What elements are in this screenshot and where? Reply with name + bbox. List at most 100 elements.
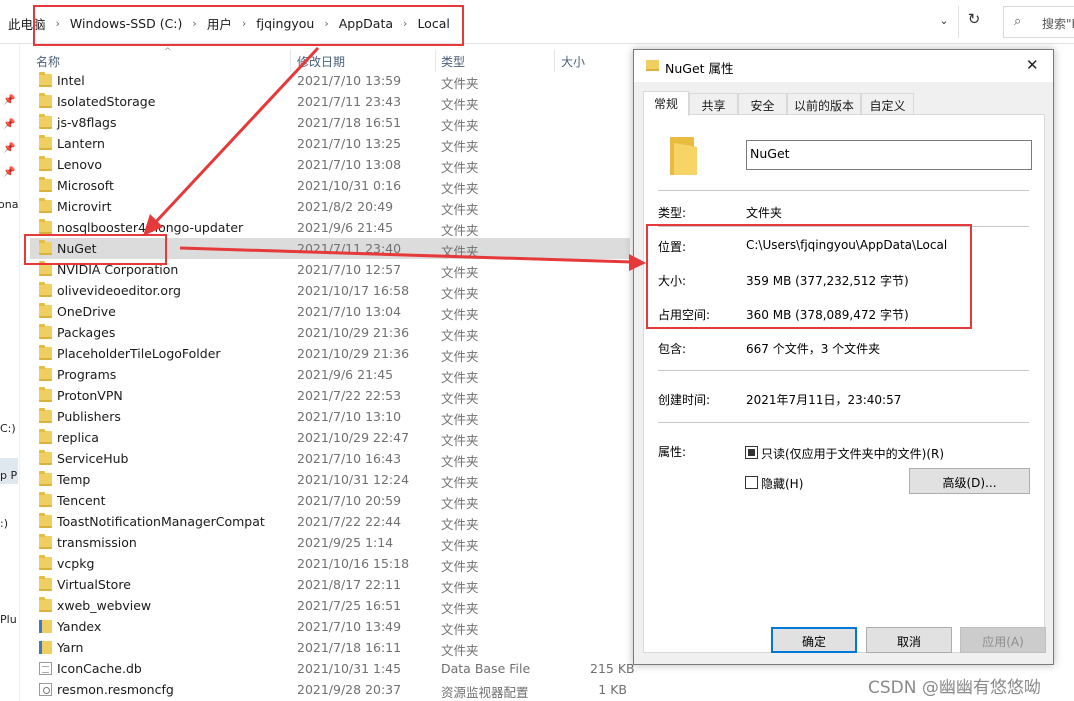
search-placeholder: 搜索"L <box>1042 17 1074 31</box>
folder-icon <box>39 219 52 234</box>
pin-icon: 📌 <box>3 167 16 178</box>
file-type: 文件夹 <box>441 538 479 553</box>
tab-sharing[interactable]: 共享 <box>689 93 738 114</box>
properties-dialog[interactable]: NuGet 属性 ✕ 常规 共享 安全 以前的版本 自定义 NuGet 类型: … <box>633 49 1054 665</box>
table-row[interactable]: resmon.resmoncfg 2021/9/28 20:37 资源监视器配置 1 … <box>30 679 630 700</box>
tab-previous-versions[interactable]: 以前的版本 <box>787 93 861 114</box>
file-type: 文件夹 <box>441 244 479 259</box>
table-row[interactable]: ServiceHub 2021/7/10 16:43 文件夹 <box>30 448 630 469</box>
table-row[interactable]: Programs 2021/9/6 21:45 文件夹 <box>30 364 630 385</box>
nav-item-fragment[interactable]: ona <box>0 198 18 211</box>
highlight-box-address <box>33 5 464 46</box>
table-row[interactable]: olivevideoeditor.org 2021/10/17 16:58 文件夹 <box>30 280 630 301</box>
nav-item-fragment[interactable]: Plu <box>0 613 17 626</box>
folder-icon <box>39 534 52 549</box>
file-date: 2021/7/18 16:11 <box>297 640 402 655</box>
readonly-checkbox[interactable] <box>745 446 758 459</box>
nav-item-fragment[interactable]: :) <box>0 517 8 530</box>
ok-button[interactable]: 确定 <box>771 627 857 653</box>
table-row[interactable]: Tencent 2021/7/10 20:59 文件夹 <box>30 490 630 511</box>
file-type: 文件夹 <box>441 433 479 448</box>
file-name: ToastNotificationManagerCompat <box>57 514 265 529</box>
sort-caret-icon: ^ <box>164 47 172 57</box>
table-row[interactable]: transmission 2021/9/25 1:14 文件夹 <box>30 532 630 553</box>
file-name: Microsoft <box>57 178 114 193</box>
table-row[interactable]: Lenovo 2021/7/10 13:08 文件夹 <box>30 154 630 175</box>
file-type: 文件夹 <box>441 601 479 616</box>
chevron-down-icon[interactable]: ⌄ <box>936 14 952 27</box>
tab-strip[interactable]: 常规 共享 安全 以前的版本 自定义 <box>643 91 1043 116</box>
table-row[interactable]: vcpkg 2021/10/16 15:18 文件夹 <box>30 553 630 574</box>
table-row[interactable]: ProtonVPN 2021/7/22 22:53 文件夹 <box>30 385 630 406</box>
table-row[interactable]: IsolatedStorage 2021/7/11 23:43 文件夹 <box>30 91 630 112</box>
hidden-checkbox-label[interactable]: 隐藏(H) <box>761 475 803 492</box>
tab-security[interactable]: 安全 <box>738 93 787 114</box>
file-date: 2021/7/10 13:59 <box>297 73 402 88</box>
virtual-folder-icon <box>39 641 52 654</box>
table-row[interactable]: VirtualStore 2021/8/17 22:11 文件夹 <box>30 574 630 595</box>
search-input[interactable]: ⌕ 搜索"L <box>1003 6 1074 38</box>
watermark: CSDN @幽幽有悠悠呦 <box>868 678 1041 698</box>
table-row[interactable]: IconCache.db 2021/10/31 1:45 Data Base Fil… <box>30 658 635 679</box>
file-type: 文件夹 <box>441 286 479 301</box>
file-date: 2021/10/17 16:58 <box>297 283 410 298</box>
tab-general[interactable]: 常规 <box>643 91 689 116</box>
file-date: 2021/7/10 20:59 <box>297 493 402 508</box>
table-row[interactable]: PlaceholderTileLogoFolder 2021/10/29 21:3… <box>30 343 630 364</box>
file-date: 2021/10/31 12:24 <box>297 472 410 487</box>
file-type: 文件夹 <box>441 97 479 112</box>
file-date: 2021/7/10 13:25 <box>297 136 402 151</box>
advanced-button[interactable]: 高级(D)... <box>909 468 1030 494</box>
table-row[interactable]: Lantern 2021/7/10 13:25 文件夹 <box>30 133 630 154</box>
file-type: 文件夹 <box>441 454 479 469</box>
folder-icon <box>39 366 52 381</box>
table-row[interactable]: Publishers 2021/7/10 13:10 文件夹 <box>30 406 630 427</box>
navigation-pane[interactable]: 📌 📌 📌 📌 ona C:) p P :) Plu <box>0 45 20 701</box>
pin-icon: 📌 <box>3 143 16 154</box>
file-name: Yarn <box>57 640 84 655</box>
folder-name-input[interactable]: NuGet <box>746 140 1032 170</box>
file-date: 2021/7/18 16:51 <box>297 115 402 130</box>
dialog-title-bar[interactable]: NuGet 属性 ✕ <box>634 50 1053 82</box>
file-date: 2021/7/22 22:53 <box>297 388 402 403</box>
table-row[interactable]: OneDrive 2021/7/10 13:04 文件夹 <box>30 301 630 322</box>
table-row[interactable]: Microvirt 2021/8/2 20:49 文件夹 <box>30 196 630 217</box>
nav-item-fragment[interactable]: C:) <box>0 422 16 435</box>
table-row[interactable]: Yarn 2021/7/18 16:11 文件夹 <box>30 637 630 658</box>
cancel-button[interactable]: 取消 <box>866 627 952 653</box>
column-divider[interactable] <box>290 50 291 72</box>
table-row[interactable]: Packages 2021/10/29 21:36 文件夹 <box>30 322 630 343</box>
close-icon[interactable]: ✕ <box>1026 56 1039 74</box>
column-header-name[interactable]: 名称 <box>36 53 60 71</box>
apply-button[interactable]: 应用(A) <box>960 627 1046 653</box>
folder-icon <box>39 597 52 612</box>
table-row[interactable]: Microsoft 2021/10/31 0:16 文件夹 <box>30 175 630 196</box>
file-name: ServiceHub <box>57 451 129 466</box>
table-row[interactable]: replica 2021/10/29 22:47 文件夹 <box>30 427 630 448</box>
file-type: 资源监视器配置 <box>441 685 529 700</box>
file-size: 215 KB <box>590 661 635 676</box>
table-row[interactable]: Temp 2021/10/31 12:24 文件夹 <box>30 469 630 490</box>
refresh-icon[interactable]: ↻ <box>962 10 986 28</box>
hidden-checkbox[interactable] <box>745 476 758 489</box>
tab-customize[interactable]: 自定义 <box>861 93 914 114</box>
table-row[interactable]: Yandex 2021/7/10 13:49 文件夹 <box>30 616 630 637</box>
column-divider[interactable] <box>554 50 555 72</box>
readonly-checkbox-label[interactable]: 只读(仅应用于文件夹中的文件)(R) <box>761 445 944 462</box>
highlight-box-size-info <box>646 224 972 329</box>
folder-icon <box>39 471 52 486</box>
table-row[interactable]: xweb_webview 2021/7/25 16:51 文件夹 <box>30 595 630 616</box>
nav-item-fragment[interactable]: p P <box>0 469 17 482</box>
column-header-type[interactable]: 类型 <box>441 53 465 71</box>
column-header-date[interactable]: 修改日期 <box>297 53 345 71</box>
column-header-size[interactable]: 大小 <box>561 53 585 71</box>
file-name: Packages <box>57 325 116 340</box>
column-divider[interactable] <box>435 50 436 72</box>
table-row[interactable]: Intel 2021/7/10 13:59 文件夹 <box>30 70 630 91</box>
file-type: 文件夹 <box>441 349 479 364</box>
table-row[interactable]: ToastNotificationManagerCompat 2021/7/22 … <box>30 511 630 532</box>
file-name: IsolatedStorage <box>57 94 156 109</box>
file-date: 2021/10/29 21:36 <box>297 325 410 340</box>
virtual-folder-icon <box>39 620 52 633</box>
table-row[interactable]: js-v8flags 2021/7/18 16:51 文件夹 <box>30 112 630 133</box>
